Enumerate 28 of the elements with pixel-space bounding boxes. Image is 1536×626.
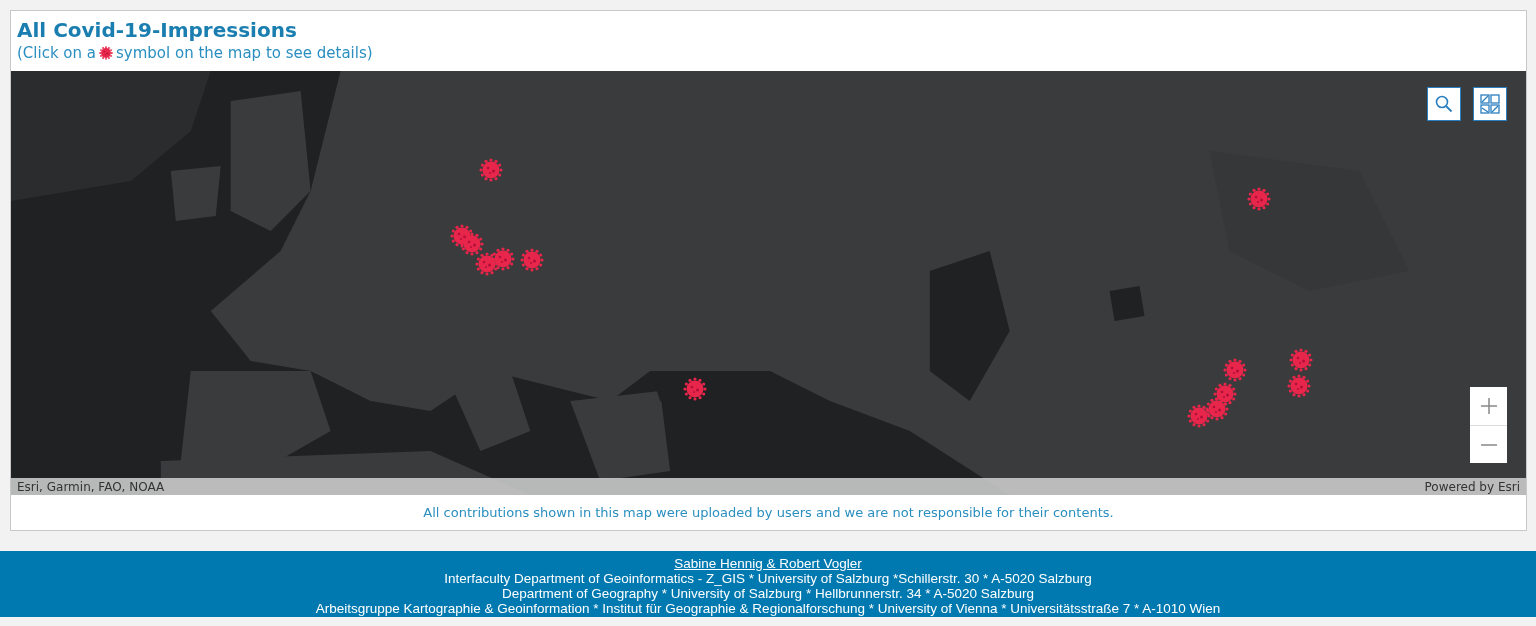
basemap-gallery-button[interactable] [1473,87,1507,121]
address-line: Interfaculty Department of Geoinformatics - Z_GIS * University of Salzburg *Schillerstr. 30 * A-5020 Salzburg [443,571,1093,586]
virus-marker-icon[interactable] [683,377,708,401]
map-attribution: Esri, Garmin, FAO, NOAA [17,479,165,494]
hint-text: symbol on the map to see details) [116,43,373,63]
search-icon [1435,95,1453,113]
disclaimer-text: All contributions shown in this map were uploaded by users and we are not responsible for their contents. [423,505,1114,520]
virus-marker-icon[interactable] [479,158,504,182]
virus-icon [99,46,113,60]
virus-marker-icon[interactable] [1187,404,1212,428]
virus-marker-icon[interactable] [520,248,545,272]
virus-marker-icon[interactable] [1247,187,1272,211]
minus-icon [1479,442,1498,447]
virus-marker-icon[interactable] [1223,358,1248,382]
authors-link[interactable]: Sabine Hennig & Robert Vogler [674,556,862,571]
hint-text: (Click on a [17,43,96,63]
page-title: All Covid-19-Impressions [17,17,298,43]
virus-marker-icon[interactable] [460,232,485,256]
plus-icon [1479,397,1498,415]
address-line: Arbeitsgruppe Kartographie & Geoinformation * Institut für Geographie & Regionalforschung * University of Vienna * Universitätsstraße 7 * A-1010 Wien [314,601,1222,616]
address-line: Department of Geography * University of Salzburg * Hellbrunnerstr. 34 * A-5020 Salzburg [501,586,1035,601]
virus-marker-icon[interactable] [491,247,516,271]
search-button[interactable] [1427,87,1461,121]
powered-by-text: Powered by Esri [1424,479,1520,494]
virus-marker-icon[interactable] [1205,397,1230,421]
grid-icon [1480,94,1500,114]
virus-marker-icon[interactable] [1289,348,1314,372]
virus-marker-icon[interactable] [1287,374,1312,398]
